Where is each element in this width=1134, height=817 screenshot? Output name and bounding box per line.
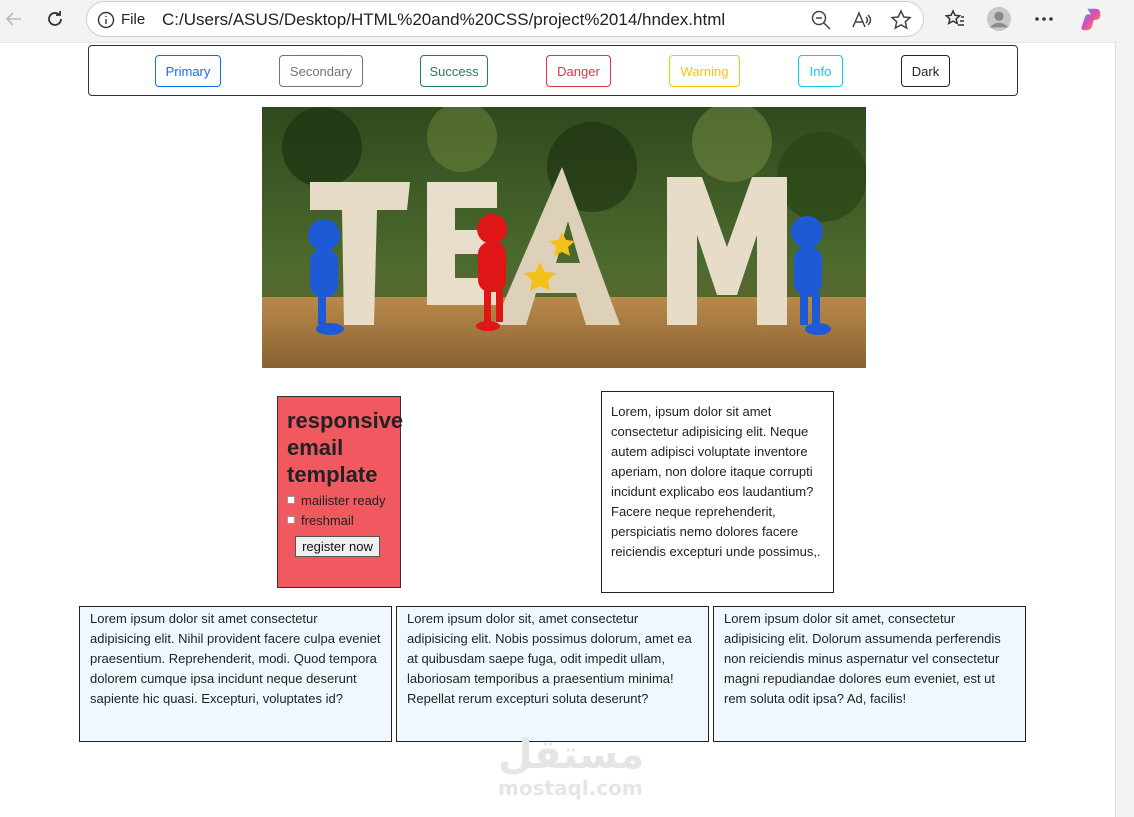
warning-button[interactable]: Warning xyxy=(669,55,740,87)
more-menu-icon[interactable] xyxy=(1031,6,1057,32)
info-button[interactable]: Info xyxy=(798,55,843,87)
file-label: File xyxy=(121,11,146,28)
address-bar[interactable]: File C:/Users/ASUS/Desktop/HTML%20and%20… xyxy=(86,1,924,37)
favorite-star-icon[interactable] xyxy=(890,9,912,31)
secondary-button[interactable]: Secondary xyxy=(279,55,363,87)
favorites-icon[interactable] xyxy=(942,6,968,32)
profile-avatar-icon[interactable] xyxy=(986,6,1012,32)
mailister-checkbox[interactable] xyxy=(287,496,295,504)
scrollbar[interactable] xyxy=(1117,42,1134,817)
watermark-logo: مستقل mostaql.com xyxy=(498,732,645,800)
success-button[interactable]: Success xyxy=(420,55,488,87)
dark-button[interactable]: Dark xyxy=(901,55,950,87)
team-hero-image xyxy=(262,107,866,368)
freshmail-checkbox[interactable] xyxy=(287,516,295,524)
side-text-box: Lorem, ipsum dolor sit amet consectetur … xyxy=(601,391,834,593)
danger-button[interactable]: Danger xyxy=(546,55,611,87)
browser-toolbar: File C:/Users/ASUS/Desktop/HTML%20and%20… xyxy=(0,0,1134,42)
button-bar: Primary Secondary Success Danger Warning… xyxy=(88,45,1018,96)
read-aloud-icon[interactable] xyxy=(850,9,872,31)
reload-button[interactable] xyxy=(40,6,70,32)
text-card: Lorem ipsum dolor sit amet, consectetur … xyxy=(713,606,1026,742)
freshmail-label: freshmail xyxy=(301,512,354,528)
text-card: Lorem ipsum dolor sit amet consectetur a… xyxy=(79,606,392,742)
email-form-card: responsive email template mailister read… xyxy=(277,396,404,588)
mailister-label: mailister ready xyxy=(301,492,386,508)
primary-button[interactable]: Primary xyxy=(155,55,221,87)
url-text[interactable]: C:/Users/ASUS/Desktop/HTML%20and%20CSS/p… xyxy=(162,10,725,30)
page-viewport: Primary Secondary Success Danger Warning… xyxy=(0,42,1116,817)
text-card: Lorem ipsum dolor sit, amet consectetur … xyxy=(396,606,709,742)
email-title: responsive email template xyxy=(287,408,404,487)
back-button[interactable] xyxy=(0,6,30,32)
mailister-option[interactable]: mailister ready xyxy=(287,492,400,508)
freshmail-option[interactable]: freshmail xyxy=(287,512,400,528)
copilot-icon[interactable] xyxy=(1079,6,1105,32)
zoom-out-icon[interactable] xyxy=(810,9,832,31)
info-icon[interactable] xyxy=(97,11,115,29)
register-button[interactable]: register now xyxy=(295,536,380,557)
